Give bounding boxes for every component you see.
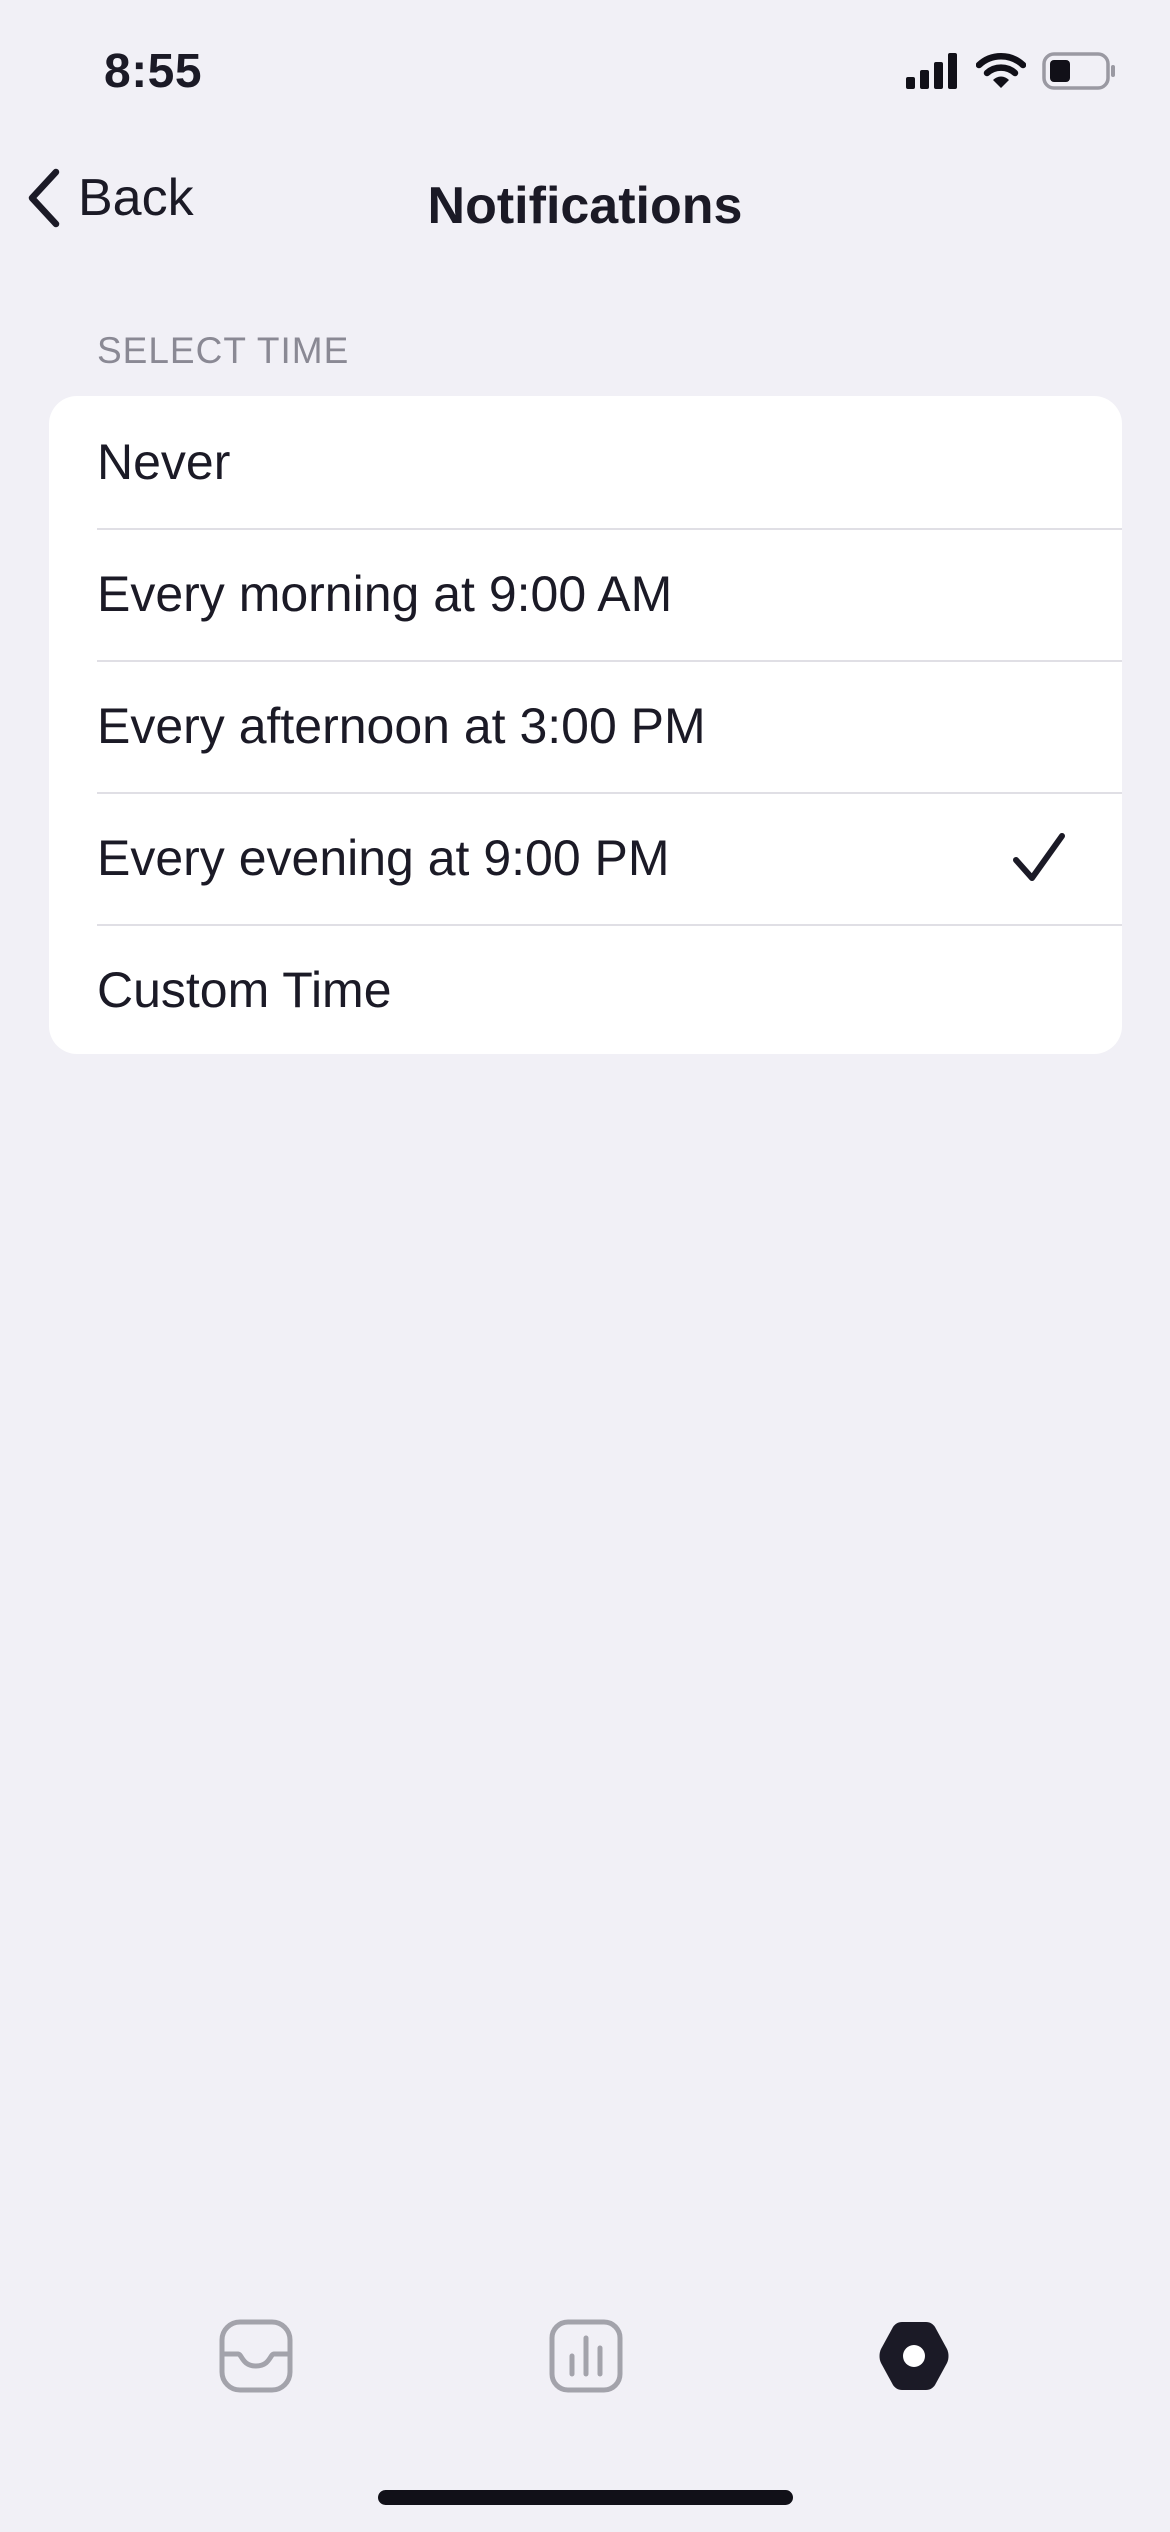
section-header: SELECT TIME <box>97 330 350 371</box>
inbox-icon <box>219 2319 293 2393</box>
bar-chart-icon <box>549 2319 623 2393</box>
cellular-signal-icon <box>906 53 957 89</box>
option-custom-time[interactable]: Custom Time <box>49 924 1122 1054</box>
option-label: Every morning at 9:00 AM <box>97 566 673 622</box>
tab-stats[interactable] <box>548 2318 624 2394</box>
settings-hexagon-icon <box>879 2322 949 2390</box>
status-icons <box>906 52 1118 90</box>
time-options-list: Never Every morning at 9:00 AM Every aft… <box>49 396 1122 1054</box>
option-label: Custom Time <box>97 962 392 1018</box>
option-label: Never <box>97 434 231 490</box>
option-label: Every evening at 9:00 PM <box>97 830 670 886</box>
home-indicator <box>378 2490 793 2505</box>
status-time: 8:55 <box>104 45 203 98</box>
option-every-morning[interactable]: Every morning at 9:00 AM <box>49 528 1122 660</box>
option-label: Every afternoon at 3:00 PM <box>97 698 706 754</box>
battery-icon <box>1042 52 1115 90</box>
option-never[interactable]: Never <box>49 396 1122 528</box>
wifi-icon <box>976 53 1026 88</box>
tab-settings[interactable] <box>876 2318 952 2394</box>
option-every-afternoon[interactable]: Every afternoon at 3:00 PM <box>49 660 1122 792</box>
option-every-evening[interactable]: Every evening at 9:00 PM <box>49 792 1122 924</box>
checkmark-icon <box>1013 833 1065 881</box>
page-title: Notifications <box>427 177 743 235</box>
tab-inbox[interactable] <box>218 2318 294 2394</box>
